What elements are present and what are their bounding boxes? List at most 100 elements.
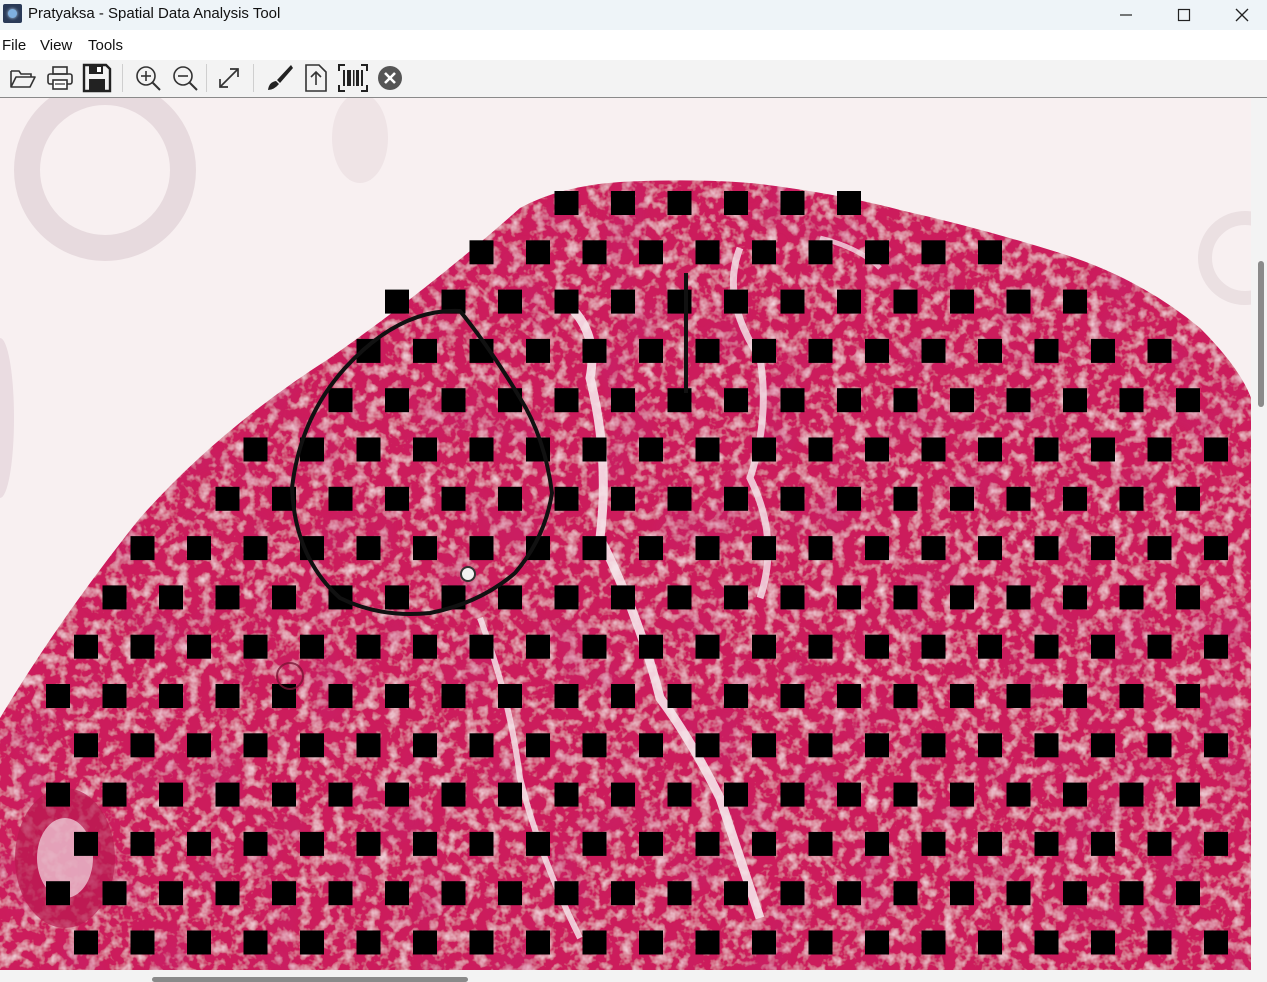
grid-spot — [526, 240, 550, 265]
grid-spot — [1204, 733, 1228, 758]
grid-spot — [752, 831, 776, 856]
zoom-in-button[interactable] — [132, 62, 164, 94]
grid-spot — [893, 585, 918, 610]
grid-spot — [752, 634, 776, 659]
grid-spot — [582, 240, 607, 265]
grid-spot — [837, 486, 861, 511]
grid-spot — [1091, 338, 1115, 363]
grid-spot — [498, 289, 522, 314]
grid-spot — [724, 289, 748, 314]
grid-spot — [441, 684, 466, 708]
grid-spot — [554, 191, 579, 215]
grid-spot — [1063, 881, 1087, 906]
menu-file[interactable]: File — [2, 37, 26, 54]
save-icon — [82, 63, 112, 93]
grid-spot — [611, 881, 635, 906]
grid-spot — [356, 536, 381, 561]
grid-spot — [187, 930, 211, 955]
grid-spot — [724, 684, 748, 708]
zoom-out-button[interactable] — [169, 62, 201, 94]
grid-spot — [808, 634, 833, 659]
grid-spot — [102, 881, 127, 906]
grid-spot — [1034, 930, 1059, 955]
close-button[interactable] — [1213, 0, 1267, 30]
grid-spot — [300, 930, 324, 955]
toolbar-separator — [122, 64, 123, 92]
grid-spot — [1147, 733, 1172, 758]
grid-spot — [978, 733, 1002, 758]
grid-spot — [1063, 684, 1087, 708]
grid-spot — [695, 831, 720, 856]
grid-spot — [950, 684, 974, 708]
grid-spot — [498, 486, 522, 511]
brush-icon — [268, 65, 293, 90]
menu-tools[interactable]: Tools — [88, 37, 123, 54]
grid-spot — [554, 585, 579, 610]
clear-button[interactable] — [374, 62, 406, 94]
grid-spot — [1119, 585, 1144, 610]
grid-spot — [611, 782, 635, 807]
grid-spot — [498, 782, 522, 807]
grid-spot — [1119, 388, 1144, 413]
grid-spot — [752, 240, 776, 265]
grid-spot — [526, 733, 550, 758]
grid-spot — [356, 437, 381, 462]
horizontal-scrollbar-thumb[interactable] — [152, 977, 468, 982]
grid-spot — [752, 536, 776, 561]
barcode-button[interactable] — [337, 62, 369, 94]
image-viewer[interactable] — [0, 98, 1251, 970]
grid-spot — [74, 930, 98, 955]
grid-spot — [1176, 585, 1200, 610]
grid-spot — [724, 881, 748, 906]
save-button[interactable] — [81, 62, 113, 94]
open-button[interactable] — [7, 62, 39, 94]
menu-view[interactable]: View — [40, 37, 72, 54]
grid-spot — [893, 486, 918, 511]
vertical-scrollbar-thumb[interactable] — [1258, 261, 1264, 407]
grid-spot — [978, 240, 1002, 265]
open-folder-icon — [10, 70, 36, 88]
grid-spot — [582, 733, 607, 758]
grid-spot — [130, 536, 155, 561]
grid-spot — [413, 634, 437, 659]
grid-spot — [865, 338, 889, 363]
export-button[interactable] — [300, 62, 332, 94]
grid-spot — [441, 388, 466, 413]
grid-spot — [1091, 634, 1115, 659]
grid-spot — [1176, 388, 1200, 413]
print-button[interactable] — [44, 62, 76, 94]
grid-spot — [1034, 634, 1059, 659]
grid-spot — [808, 831, 833, 856]
grid-spot — [74, 733, 98, 758]
vertical-scrollbar[interactable] — [1251, 98, 1267, 970]
toolbar-separator — [206, 64, 207, 92]
grid-spot — [243, 437, 268, 462]
grid-spot — [611, 585, 635, 610]
grid-spot — [582, 634, 607, 659]
maximize-button[interactable] — [1155, 0, 1213, 30]
grid-spot — [1204, 634, 1228, 659]
minimize-button[interactable] — [1097, 0, 1155, 30]
grid-spot — [187, 536, 211, 561]
grid-spot — [498, 585, 522, 610]
grid-spot — [385, 388, 409, 413]
grid-spot — [130, 733, 155, 758]
grid-spot — [611, 289, 635, 314]
tissue-image[interactable] — [0, 98, 1251, 970]
brush-button[interactable] — [263, 62, 295, 94]
grid-spot — [1119, 684, 1144, 708]
grid-spot — [413, 930, 437, 955]
grid-spot — [865, 831, 889, 856]
grid-spot — [215, 684, 240, 708]
grid-spot — [243, 733, 268, 758]
fit-to-window-button[interactable] — [213, 62, 245, 94]
grid-spot — [413, 733, 437, 758]
grid-spot — [469, 634, 494, 659]
grid-spot — [187, 733, 211, 758]
grid-spot — [300, 733, 324, 758]
grid-spot — [1034, 536, 1059, 561]
grid-spot — [1034, 733, 1059, 758]
grid-spot — [1147, 831, 1172, 856]
grid-spot — [724, 486, 748, 511]
grid-spot — [724, 585, 748, 610]
